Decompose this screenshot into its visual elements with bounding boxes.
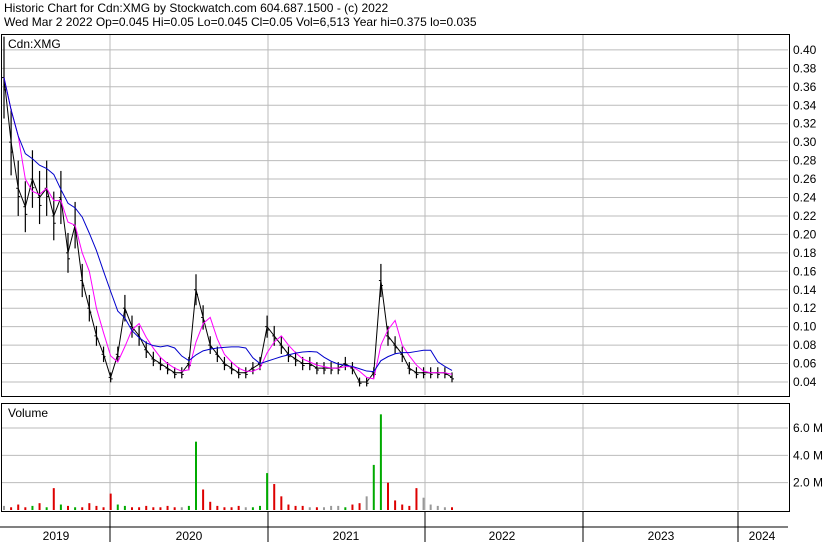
volume-bar	[81, 507, 84, 510]
x-axis-label: 2021	[333, 529, 360, 543]
volume-bar	[195, 441, 197, 510]
volume-bar	[344, 507, 347, 510]
x-axis-label: 2020	[176, 529, 203, 543]
price-tick-label: 0.14	[793, 283, 817, 297]
volume-bar	[216, 505, 219, 510]
volume-bar	[237, 505, 240, 510]
price-tick-label: 0.24	[793, 191, 817, 205]
volume-bar	[294, 505, 297, 510]
volume-bar	[45, 507, 48, 510]
volume-bar	[330, 505, 333, 510]
volume-bar	[123, 505, 126, 510]
volume-bar	[180, 507, 183, 510]
volume-bar	[67, 505, 69, 510]
volume-tick-label: 2.0 M	[793, 476, 823, 490]
volume-tick-label: 4.0 M	[793, 448, 823, 462]
volume-bar	[337, 505, 340, 510]
volume-bar	[244, 507, 247, 510]
volume-bar	[95, 505, 98, 510]
volume-bar	[230, 507, 233, 510]
price-tick-label: 0.20	[793, 227, 817, 241]
volume-bar	[223, 507, 226, 510]
volume-bar	[415, 488, 418, 510]
volume-bar	[394, 500, 397, 510]
price-tick-label: 0.18	[793, 246, 817, 260]
volume-bar	[202, 489, 205, 510]
volume-bar	[109, 493, 112, 510]
moving-average-long	[3, 77, 453, 373]
volume-bar	[379, 414, 382, 510]
price-tick-label: 0.32	[793, 117, 817, 131]
price-tick-label: 0.06	[793, 357, 817, 371]
volume-bar	[74, 507, 77, 510]
moving-average-short	[3, 77, 453, 380]
volume-bar	[116, 504, 119, 510]
volume-bar	[138, 507, 141, 510]
price-tick-label: 0.38	[793, 61, 817, 75]
volume-bar	[451, 507, 453, 510]
volume-bar	[259, 505, 261, 510]
volume-bar	[173, 507, 176, 510]
volume-bar	[401, 504, 404, 510]
volume-bar	[152, 507, 155, 510]
price-tick-label: 0.34	[793, 98, 817, 112]
volume-bar	[443, 507, 446, 510]
volume-bar	[422, 497, 425, 510]
volume-bar	[351, 504, 354, 510]
volume-bar	[251, 507, 254, 510]
price-panel-title: Cdn:XMG	[8, 37, 61, 51]
x-axis-label: 2024	[749, 529, 776, 543]
volume-bar	[59, 504, 62, 510]
volume-bar	[408, 505, 411, 510]
volume-bar	[17, 504, 20, 510]
price-tick-label: 0.16	[793, 264, 817, 278]
price-tick-label: 0.10	[793, 320, 817, 334]
volume-bar	[365, 496, 368, 510]
price-tick-label: 0.28	[793, 154, 817, 168]
volume-bar	[287, 504, 290, 510]
price-tick-label: 0.30	[793, 135, 817, 149]
x-axis-label: 2019	[43, 529, 70, 543]
volume-bar	[273, 484, 276, 510]
volume-bar	[280, 496, 283, 510]
volume-bar	[308, 507, 311, 510]
chart-canvas: 0.04 0.06 0.08 0.10 0.12 0.14 0.16 0.18 0.20 0.22…	[0, 35, 823, 543]
x-axis-label: 2023	[648, 529, 675, 543]
price-tick-label: 0.08	[793, 338, 817, 352]
volume-bar	[323, 507, 325, 510]
volume-bar	[24, 507, 27, 510]
price-tick-label: 0.26	[793, 172, 817, 186]
volume-bar	[315, 507, 318, 510]
volume-bar	[131, 507, 133, 510]
volume-bar	[166, 505, 169, 510]
volume-bar	[102, 507, 105, 510]
volume-bar	[266, 473, 269, 510]
volume-bar	[31, 505, 34, 510]
volume-bar	[3, 505, 5, 510]
volume-bar	[52, 488, 55, 510]
volume-bar	[429, 504, 432, 510]
volume-bar	[301, 505, 304, 510]
volume-tick-label: 6.0 M	[793, 421, 823, 435]
volume-bar	[187, 505, 190, 510]
volume-bar	[436, 505, 439, 510]
price-tick-label: 0.22	[793, 209, 817, 223]
volume-bar	[88, 503, 91, 510]
volume-panel-title: Volume	[8, 406, 49, 420]
volume-bar	[159, 507, 162, 510]
volume-bar	[10, 507, 13, 510]
volume-bar	[372, 464, 375, 510]
volume-bar	[209, 501, 212, 510]
volume-bar	[38, 503, 41, 510]
price-tick-label: 0.36	[793, 80, 817, 94]
price-tick-label: 0.04	[793, 375, 817, 389]
price-tick-label: 0.40	[793, 43, 817, 57]
volume-bar	[358, 503, 361, 510]
volume-bar	[145, 505, 148, 510]
x-axis-label: 2022	[489, 529, 516, 543]
price-tick-label: 0.12	[793, 301, 817, 315]
volume-bar	[387, 482, 389, 510]
